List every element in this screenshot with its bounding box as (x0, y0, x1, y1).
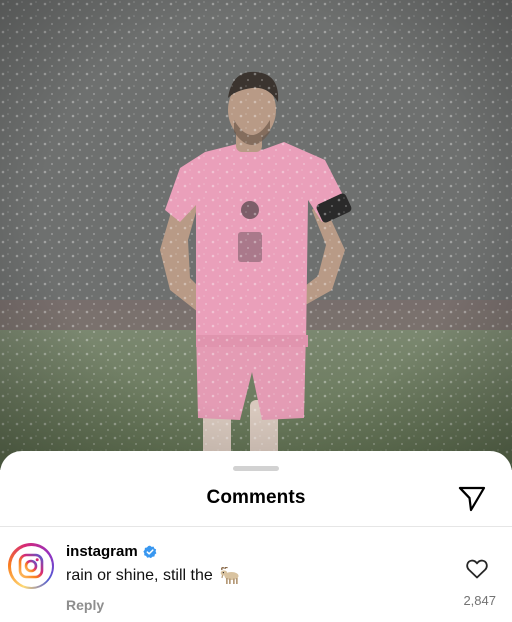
verified-badge-icon (143, 545, 157, 558)
post-photo (0, 0, 512, 470)
comments-sheet: Comments instagram rain or shine, still … (0, 451, 512, 622)
paper-plane-icon (458, 486, 486, 512)
instagram-logo-icon (18, 553, 44, 579)
like-count: 2,847 (463, 593, 496, 608)
avatar[interactable] (8, 543, 54, 589)
rainy-player-illustration (0, 0, 512, 470)
share-button[interactable] (455, 484, 489, 514)
comment-text: rain or shine, still the (66, 567, 213, 584)
sheet-title: Comments (206, 487, 306, 508)
reply-button[interactable]: Reply (66, 597, 104, 613)
heart-outline-icon[interactable] (466, 559, 488, 579)
comment-text-row: rain or shine, still the (66, 567, 241, 585)
sheet-grabber[interactable] (233, 466, 279, 471)
comment-username[interactable]: instagram (66, 543, 138, 560)
username-row: instagram (66, 543, 157, 560)
avatar-inner (10, 545, 52, 587)
goat-emoji (220, 567, 239, 584)
comments-screen: Comments instagram rain or shine, still … (0, 0, 512, 622)
comment-item: instagram rain or shine, still the Reply… (0, 527, 512, 622)
